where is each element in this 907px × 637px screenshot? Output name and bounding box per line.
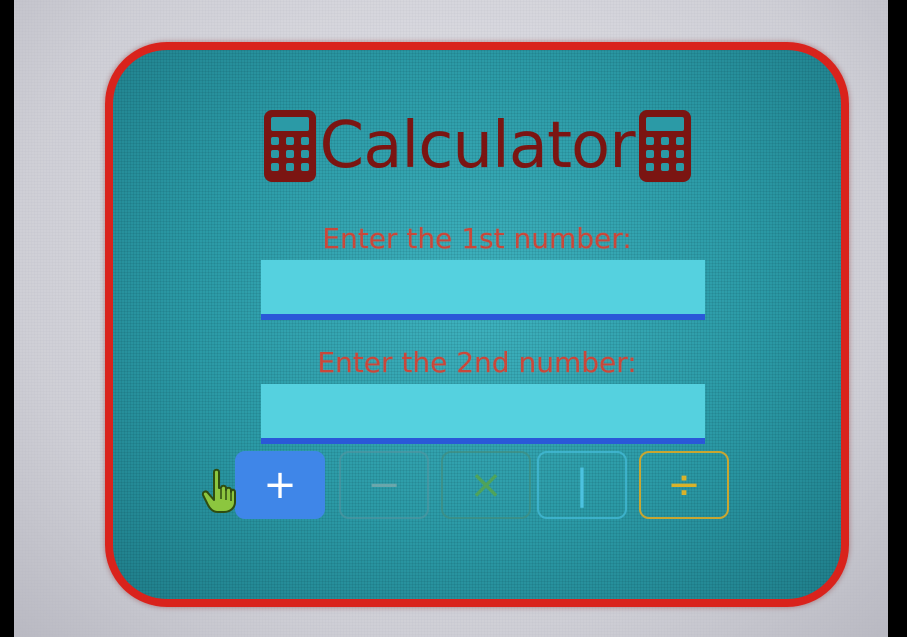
hand-pointer-icon: [202, 468, 236, 513]
multiply-button[interactable]: ×: [441, 451, 531, 519]
calculator-icon: [638, 110, 691, 182]
title-text: Calculator: [319, 109, 636, 183]
operation-buttons: + − × | ÷: [235, 451, 735, 521]
calculator-icon: [263, 110, 316, 182]
pipe-button[interactable]: |: [537, 451, 627, 519]
subtract-button[interactable]: −: [339, 451, 429, 519]
first-number-input[interactable]: [261, 260, 705, 320]
page-title: Calculator: [113, 106, 841, 186]
add-button[interactable]: +: [235, 451, 325, 519]
divide-button[interactable]: ÷: [639, 451, 729, 519]
monitor-screen: Calculator Enter the 1st number: Enter t…: [14, 0, 888, 637]
first-number-label: Enter the 1st number:: [322, 222, 632, 255]
second-number-input[interactable]: [261, 384, 705, 444]
second-number-label: Enter the 2nd number:: [317, 346, 637, 379]
calculator-card: Calculator Enter the 1st number: Enter t…: [105, 42, 849, 607]
